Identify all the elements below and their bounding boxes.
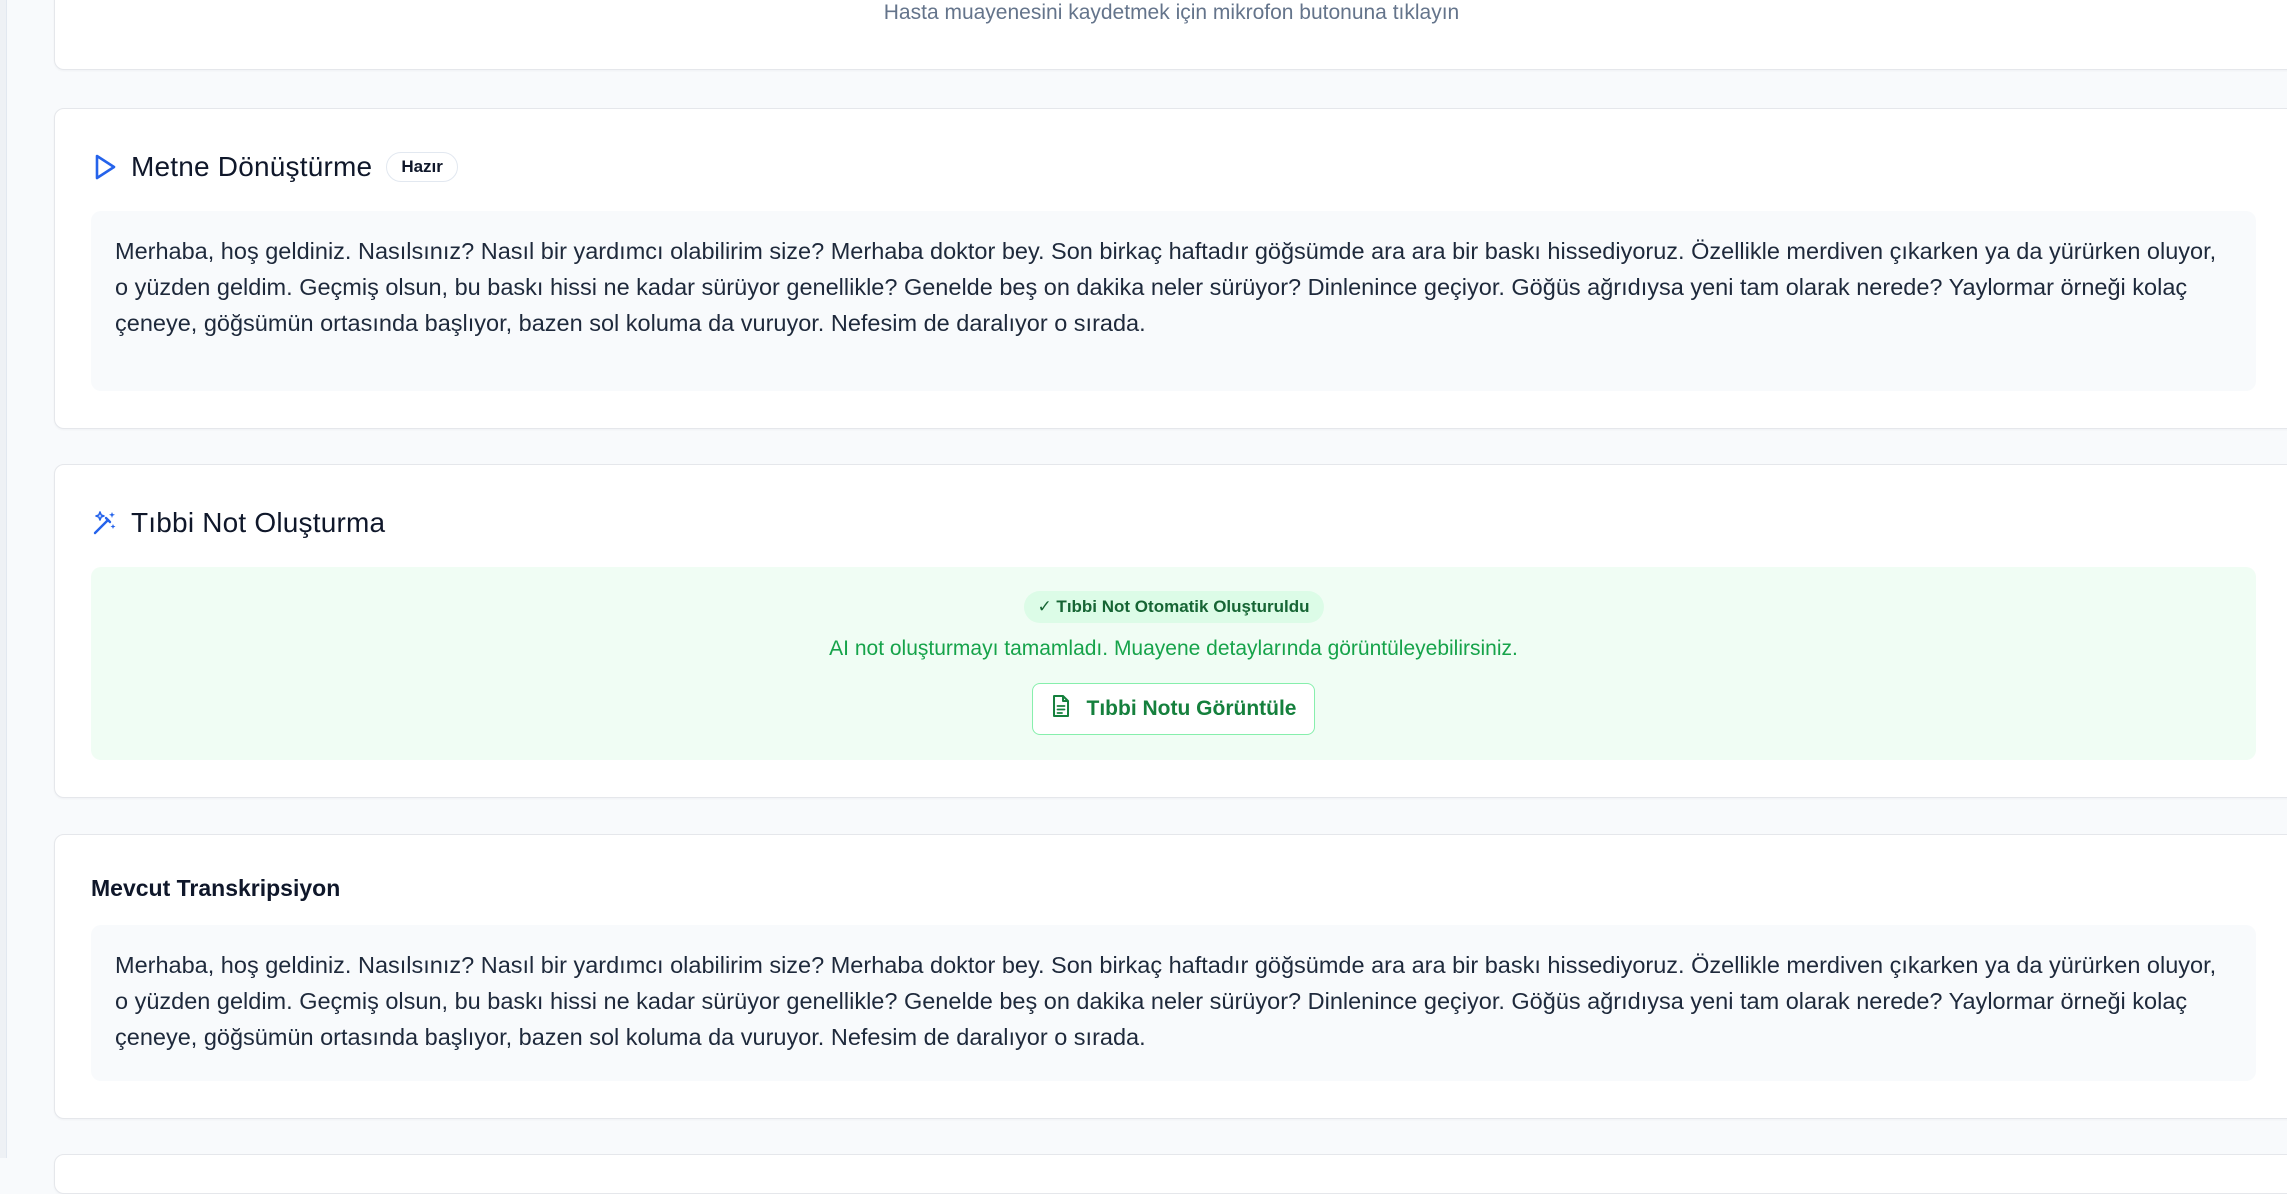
document-icon <box>1051 694 1071 724</box>
medical-note-title: Tıbbi Not Oluşturma <box>131 507 386 538</box>
transcription-header: Metne Dönüştürme Hazır <box>91 149 458 185</box>
medical-note-card: Tıbbi Not Oluşturma ✓ Tıbbi Not Otomatik… <box>54 464 2287 798</box>
medical-note-header: Tıbbi Not Oluşturma <box>91 505 385 541</box>
current-transcription-text: Merhaba, hoş geldiniz. Nasılsınız? Nasıl… <box>91 925 2256 1081</box>
transcription-title: Metne Dönüştürme <box>131 151 373 182</box>
view-medical-note-button[interactable]: Tıbbi Notu Görüntüle <box>1031 683 1316 735</box>
magic-wand-icon <box>91 509 119 537</box>
play-icon[interactable] <box>91 153 119 181</box>
note-success-panel: ✓ Tıbbi Not Otomatik Oluşturuldu AI not … <box>91 567 2256 760</box>
recorder-card: Hasta muayenesini kaydetmek için mikrofo… <box>54 0 2287 70</box>
transcription-card: Metne Dönüştürme Hazır Merhaba, hoş geld… <box>54 108 2287 429</box>
left-sidebar-edge <box>0 0 7 1158</box>
next-card <box>54 1154 2287 1194</box>
view-note-button-label: Tıbbi Notu Görüntüle <box>1086 697 1297 720</box>
recorder-hint-text: Hasta muayenesini kaydetmek için mikrofo… <box>883 1 1460 24</box>
current-transcription-card: Mevcut Transkripsiyon Merhaba, hoş geldi… <box>54 834 2287 1119</box>
note-success-message: AI not oluşturmayı tamamladı. Muayene de… <box>829 637 1518 660</box>
transcription-text: Merhaba, hoş geldiniz. Nasılsınız? Nasıl… <box>91 211 2256 391</box>
status-badge: Hazır <box>386 152 458 182</box>
note-status-pill: ✓ Tıbbi Not Otomatik Oluşturuldu <box>1023 591 1324 623</box>
current-transcription-title: Mevcut Transkripsiyon <box>91 875 341 901</box>
